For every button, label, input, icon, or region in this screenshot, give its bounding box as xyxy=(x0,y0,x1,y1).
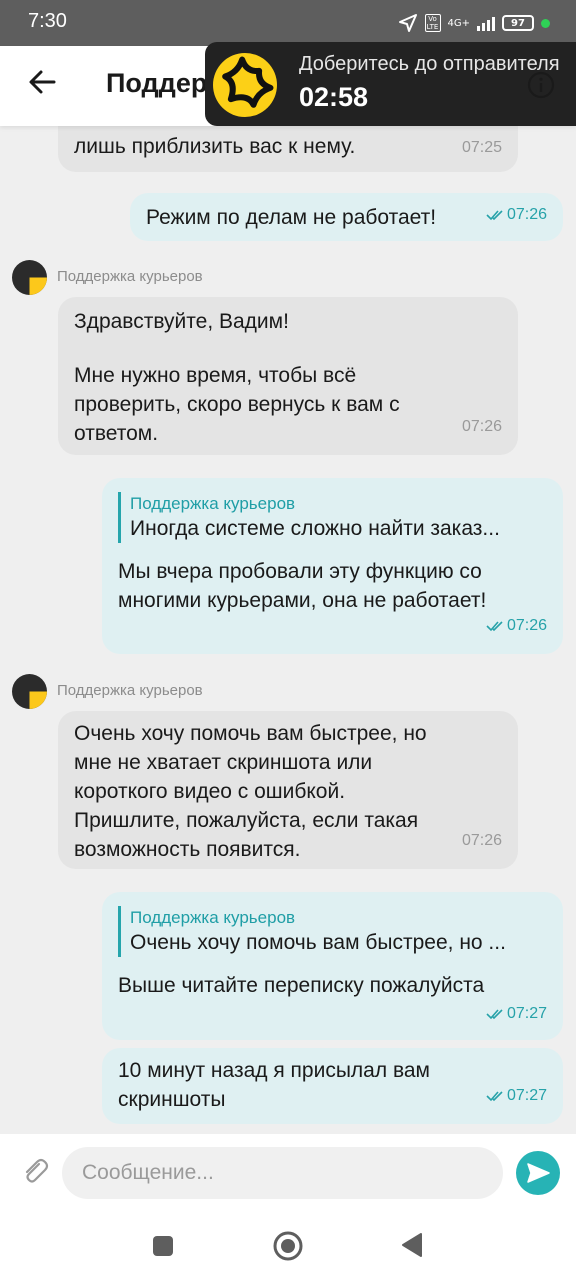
reply-quote[interactable]: Поддержка курьеров Иногда системе сложно… xyxy=(118,492,547,543)
message-text-line: Здравствуйте, Вадим! xyxy=(74,310,289,333)
message-text-line: возможность появится. xyxy=(74,838,301,861)
status-time: 7:30 xyxy=(28,10,67,32)
message-status: 07:26 xyxy=(486,200,547,229)
message-status: 07:27 xyxy=(486,999,547,1028)
message-text-line: проверить, скоро вернусь к вам с xyxy=(74,393,400,416)
message-outgoing[interactable]: Поддержка курьеров Очень хочу помочь вам… xyxy=(102,892,563,1040)
send-icon xyxy=(527,1163,550,1183)
quote-text: Очень хочу помочь вам быстрее, но ... xyxy=(130,931,506,954)
overlay-timer: 02:58 xyxy=(299,82,369,112)
message-text-line: Пришлите, пожалуйста, если такая xyxy=(74,809,419,832)
message-text-line: 10 минут назад я присылал вам xyxy=(118,1059,430,1082)
network-label: 4G+ xyxy=(447,17,471,29)
message-text-line xyxy=(74,336,502,361)
quote-author: Поддержка курьеров xyxy=(130,908,296,927)
message-text-line: скриншоты xyxy=(118,1088,226,1111)
message-text-line: Мы вчера пробовали эту функцию со xyxy=(118,560,482,583)
order-overlay[interactable]: Доберитесь до отправителя 02:58 xyxy=(205,42,576,126)
triangle-back-icon[interactable] xyxy=(400,1232,424,1258)
message-text-line: Очень хочу помочь вам быстрее, но xyxy=(74,722,427,745)
reply-quote[interactable]: Поддержка курьеров Очень хочу помочь вам… xyxy=(118,906,547,957)
star-icon xyxy=(222,56,274,108)
double-check-icon xyxy=(486,1008,503,1019)
message-text: лишь приблизить вас к нему. xyxy=(74,135,356,158)
message-text-line: ответом. xyxy=(74,422,159,445)
message-time: 07:27 xyxy=(506,1087,547,1104)
message-status: 07:26 xyxy=(486,611,547,640)
message-outgoing[interactable]: Поддержка курьеров Иногда системе сложно… xyxy=(102,478,563,654)
status-icons: Vo LTE 4G+ 97 xyxy=(398,13,550,33)
arrow-left-icon[interactable] xyxy=(26,66,58,98)
avatar[interactable] xyxy=(12,260,47,295)
status-bar: 7:30 Vo LTE 4G+ 97 xyxy=(0,0,576,46)
message-time: 07:25 xyxy=(461,139,502,156)
quote-author: Поддержка курьеров xyxy=(130,494,296,513)
message-incoming[interactable]: Здравствуйте, Вадим! Мне нужно время, чт… xyxy=(58,297,518,455)
paperclip-icon[interactable] xyxy=(20,1156,50,1186)
system-nav-bar xyxy=(0,1210,576,1280)
avatar[interactable] xyxy=(12,674,47,709)
message-time: 07:26 xyxy=(506,206,547,223)
signal-icon xyxy=(477,15,495,31)
square-icon[interactable] xyxy=(151,1234,175,1258)
sender-name: Поддержка курьеров xyxy=(57,682,203,699)
double-check-icon xyxy=(486,1090,503,1101)
message-incoming[interactable]: лишь приблизить вас к нему. 07:25 xyxy=(58,126,518,172)
battery-icon: 97 xyxy=(502,15,534,31)
send-button[interactable] xyxy=(516,1151,560,1195)
volte-icon: Vo LTE xyxy=(424,14,441,32)
message-time: 07:27 xyxy=(506,1005,547,1022)
message-outgoing[interactable]: 10 минут назад я присылал вам скриншоты … xyxy=(102,1048,563,1124)
double-check-icon xyxy=(486,620,503,631)
message-text-line: мне не хватает скриншота или xyxy=(74,751,373,774)
overlay-text: Доберитесь до отправителя xyxy=(299,53,560,75)
sender-name: Поддержка курьеров xyxy=(57,268,203,285)
message-outgoing[interactable]: Режим по делам не работает! 07:26 xyxy=(130,193,563,241)
quote-text: Иногда системе сложно найти заказ... xyxy=(130,517,500,540)
circle-icon[interactable] xyxy=(272,1230,304,1262)
app-logo xyxy=(213,53,277,117)
message-incoming[interactable]: Очень хочу помочь вам быстрее, но мне не… xyxy=(58,711,518,869)
message-text-line: Мне нужно время, чтобы всё xyxy=(74,364,357,387)
message-time: 07:26 xyxy=(461,418,502,435)
message-time: 07:26 xyxy=(506,617,547,634)
location-icon xyxy=(398,14,417,32)
message-text-line: Выше читайте переписку пожалуйста xyxy=(118,974,485,997)
message-status: 07:27 xyxy=(486,1081,547,1110)
double-check-icon xyxy=(486,209,503,220)
message-text-line: короткого видео с ошибкой. xyxy=(74,780,346,803)
privacy-dot-icon xyxy=(541,18,550,28)
message-text-line: многими курьерами, она не работает! xyxy=(118,589,487,612)
chat-area[interactable]: лишь приблизить вас к нему. 07:25 Режим … xyxy=(0,126,576,1134)
message-composer xyxy=(0,1134,576,1210)
info-icon[interactable] xyxy=(527,71,555,99)
message-input[interactable] xyxy=(62,1147,503,1199)
message-time: 07:26 xyxy=(461,832,502,849)
